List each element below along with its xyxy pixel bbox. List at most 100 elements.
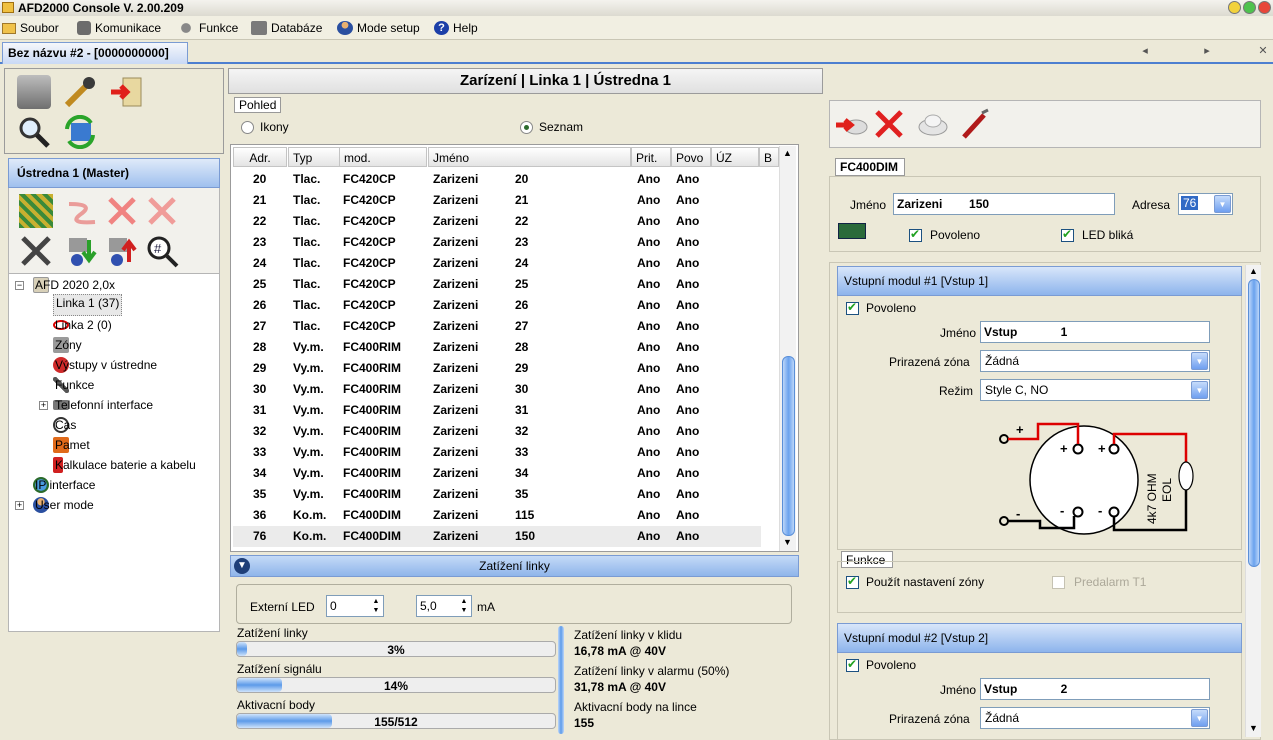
expand-icon[interactable]: + (39, 401, 48, 410)
modules-scrollbar[interactable]: ▲ ▼ (1245, 265, 1261, 737)
refresh-icon[interactable] (63, 114, 97, 150)
document-tab[interactable]: Bez názvu #2 - [0000000000] (2, 42, 188, 64)
tree-item-zony[interactable]: Zóny (53, 336, 82, 354)
download-icon[interactable] (65, 234, 99, 268)
chevron-down-icon[interactable]: ▼ (1191, 709, 1208, 727)
table-row[interactable]: 20 Tlac. FC420CP Zarizeni 20 Ano Ano (233, 169, 761, 190)
table-row[interactable]: 76 Ko.m. FC400DIM Zarizeni 150 Ano Ano (233, 526, 761, 547)
module2-enabled-checkbox[interactable] (846, 657, 859, 672)
col-header-b[interactable]: B (759, 147, 779, 167)
collapse-section-icon[interactable]: ▼ (234, 558, 250, 574)
col-header-jmeno[interactable]: Jméno (428, 147, 631, 167)
module1-name-field[interactable]: Vstup 1 (980, 321, 1210, 343)
spin-down-icon[interactable]: ▼ (370, 606, 382, 615)
splitter[interactable] (800, 94, 820, 740)
tools-settings-icon[interactable] (19, 234, 53, 268)
tree-item-ip-interface[interactable]: IP interface (33, 476, 95, 494)
exit-icon[interactable] (109, 75, 143, 109)
table-row[interactable]: 33 Vy.m. FC400RIM Zarizeni 33 Ano Ano (233, 442, 761, 463)
tree-item-vystupy[interactable]: Výstupy v ústredne (53, 356, 157, 374)
tab-scroll-left-icon[interactable]: ◂ (1138, 44, 1152, 58)
external-led-stepper[interactable]: 0 ▲ ▼ (326, 595, 384, 617)
table-row[interactable]: 34 Vy.m. FC400RIM Zarizeni 34 Ano Ano (233, 463, 761, 484)
col-header-uz[interactable]: ÚZ (711, 147, 759, 167)
menu-soubor[interactable]: Soubor (2, 20, 59, 36)
spin-up-icon[interactable]: ▲ (458, 597, 470, 606)
tab-scroll-right-icon[interactable]: ▸ (1200, 44, 1214, 58)
search-icon[interactable] (17, 115, 51, 149)
use-zone-settings-checkbox[interactable] (846, 574, 859, 589)
module1-enabled-checkbox[interactable] (846, 300, 859, 315)
tab-close-icon[interactable]: ✕ (1256, 44, 1270, 58)
prealarm-checkbox[interactable] (1052, 576, 1065, 589)
table-row[interactable]: 29 Vy.m. FC400RIM Zarizeni 29 Ano Ano (233, 358, 761, 379)
module1-mode-select[interactable]: Style C, NO ▼ (980, 379, 1210, 401)
scroll-up-icon[interactable]: ▲ (1249, 266, 1258, 276)
device-enabled-checkbox[interactable] (909, 227, 922, 242)
panel-device-icon[interactable] (17, 75, 51, 109)
table-row[interactable]: 27 Tlac. FC420CP Zarizeni 27 Ano Ano (233, 316, 761, 337)
tree-item-cas[interactable]: Cas (53, 416, 76, 434)
tree-item-afd2020[interactable]: AFD 2020 2,0x (33, 276, 115, 294)
circuit-board-icon[interactable] (19, 194, 53, 228)
tree-item-user-mode[interactable]: User mode (33, 496, 94, 514)
menu-mode-setup[interactable]: Mode setup (337, 20, 420, 36)
maximize-button[interactable] (1243, 1, 1256, 14)
menu-funkce[interactable]: Funkce (177, 20, 238, 36)
panel-header[interactable]: Ústredna 1 (Master) (8, 158, 220, 188)
minimize-button[interactable] (1228, 1, 1241, 14)
scroll-down-icon[interactable]: ▼ (1249, 723, 1258, 733)
scroll-up-icon[interactable]: ▲ (783, 148, 792, 158)
radio-seznam[interactable] (520, 121, 533, 134)
module2-name-field[interactable]: Vstup 2 (980, 678, 1210, 700)
collapse-icon[interactable]: − (15, 281, 24, 290)
expand-icon[interactable]: + (15, 501, 24, 510)
exit-device-icon[interactable] (834, 107, 868, 141)
module2-header[interactable]: Vstupní modul #2 [Vstup 2] (837, 623, 1242, 653)
col-header-povo[interactable]: Povo (671, 147, 711, 167)
col-header-mod[interactable]: mod. (339, 147, 427, 167)
table-row[interactable]: 22 Tlac. FC420CP Zarizeni 22 Ano Ano (233, 211, 761, 232)
table-row[interactable]: 30 Vy.m. FC400RIM Zarizeni 30 Ano Ano (233, 379, 761, 400)
table-row[interactable]: 21 Tlac. FC420CP Zarizeni 21 Ano Ano (233, 190, 761, 211)
module2-zone-select[interactable]: Žádná ▼ (980, 707, 1210, 729)
table-row[interactable]: 32 Vy.m. FC400RIM Zarizeni 32 Ano Ano (233, 421, 761, 442)
tree-item-telefonni[interactable]: Telefonní interface (53, 396, 153, 414)
led-blink-checkbox[interactable] (1061, 227, 1074, 242)
scroll-down-icon[interactable]: ▼ (783, 537, 792, 547)
col-header-prit[interactable]: Prit. (631, 147, 671, 167)
table-row[interactable]: 25 Tlac. FC420CP Zarizeni 25 Ano Ano (233, 274, 761, 295)
table-row[interactable]: 35 Vy.m. FC400RIM Zarizeni 35 Ano Ano (233, 484, 761, 505)
menu-databaze[interactable]: Databáze (251, 20, 322, 36)
menu-help[interactable]: ? Help (434, 20, 478, 36)
tree-item-linka2[interactable]: Linka 2 (0) (53, 316, 112, 334)
table-row[interactable]: 31 Vy.m. FC400RIM Zarizeni 31 Ano Ano (233, 400, 761, 421)
chevron-down-icon[interactable]: ▼ (1214, 195, 1231, 213)
table-scrollbar[interactable]: ▲ ▼ (779, 146, 796, 551)
scrollbar-thumb[interactable] (1248, 279, 1260, 567)
tree-item-funkce[interactable]: Funkce (53, 376, 94, 394)
tree-item-kalkulace[interactable]: Kalkulace baterie a kabelu (53, 456, 196, 474)
upload-icon[interactable] (105, 234, 139, 268)
menu-komunikace[interactable]: Komunikace (77, 20, 161, 36)
radio-ikony[interactable] (241, 121, 254, 134)
tree-item-linka1[interactable]: Linka 1 (37) (53, 294, 123, 316)
spin-up-icon[interactable]: ▲ (370, 597, 382, 606)
chevron-down-icon[interactable]: ▼ (1191, 381, 1208, 399)
close-button[interactable] (1258, 1, 1271, 14)
device-address-select[interactable]: 76 ▼ (1178, 193, 1233, 215)
tools-icon[interactable] (63, 75, 97, 109)
module1-header[interactable]: Vstupní modul #1 [Vstup 1] (837, 266, 1242, 296)
search-number-icon[interactable]: # (145, 234, 179, 268)
table-row[interactable]: 24 Tlac. FC420CP Zarizeni 24 Ano Ano (233, 253, 761, 274)
test-tool-icon[interactable] (958, 107, 992, 141)
tree-item-pamet[interactable]: Pamet (53, 436, 90, 454)
device-name-field[interactable]: Zarizeni 150 (893, 193, 1115, 215)
table-row[interactable]: 26 Tlac. FC420CP Zarizeni 26 Ano Ano (233, 295, 761, 316)
col-header-typ[interactable]: Typ (288, 147, 340, 167)
chevron-down-icon[interactable]: ▼ (1191, 352, 1208, 370)
table-row[interactable]: 36 Ko.m. FC400DIM Zarizeni 115 Ano Ano (233, 505, 761, 526)
delete-device-icon[interactable] (872, 107, 906, 141)
detector-icon[interactable] (916, 107, 950, 141)
module1-zone-select[interactable]: Žádná ▼ (980, 350, 1210, 372)
